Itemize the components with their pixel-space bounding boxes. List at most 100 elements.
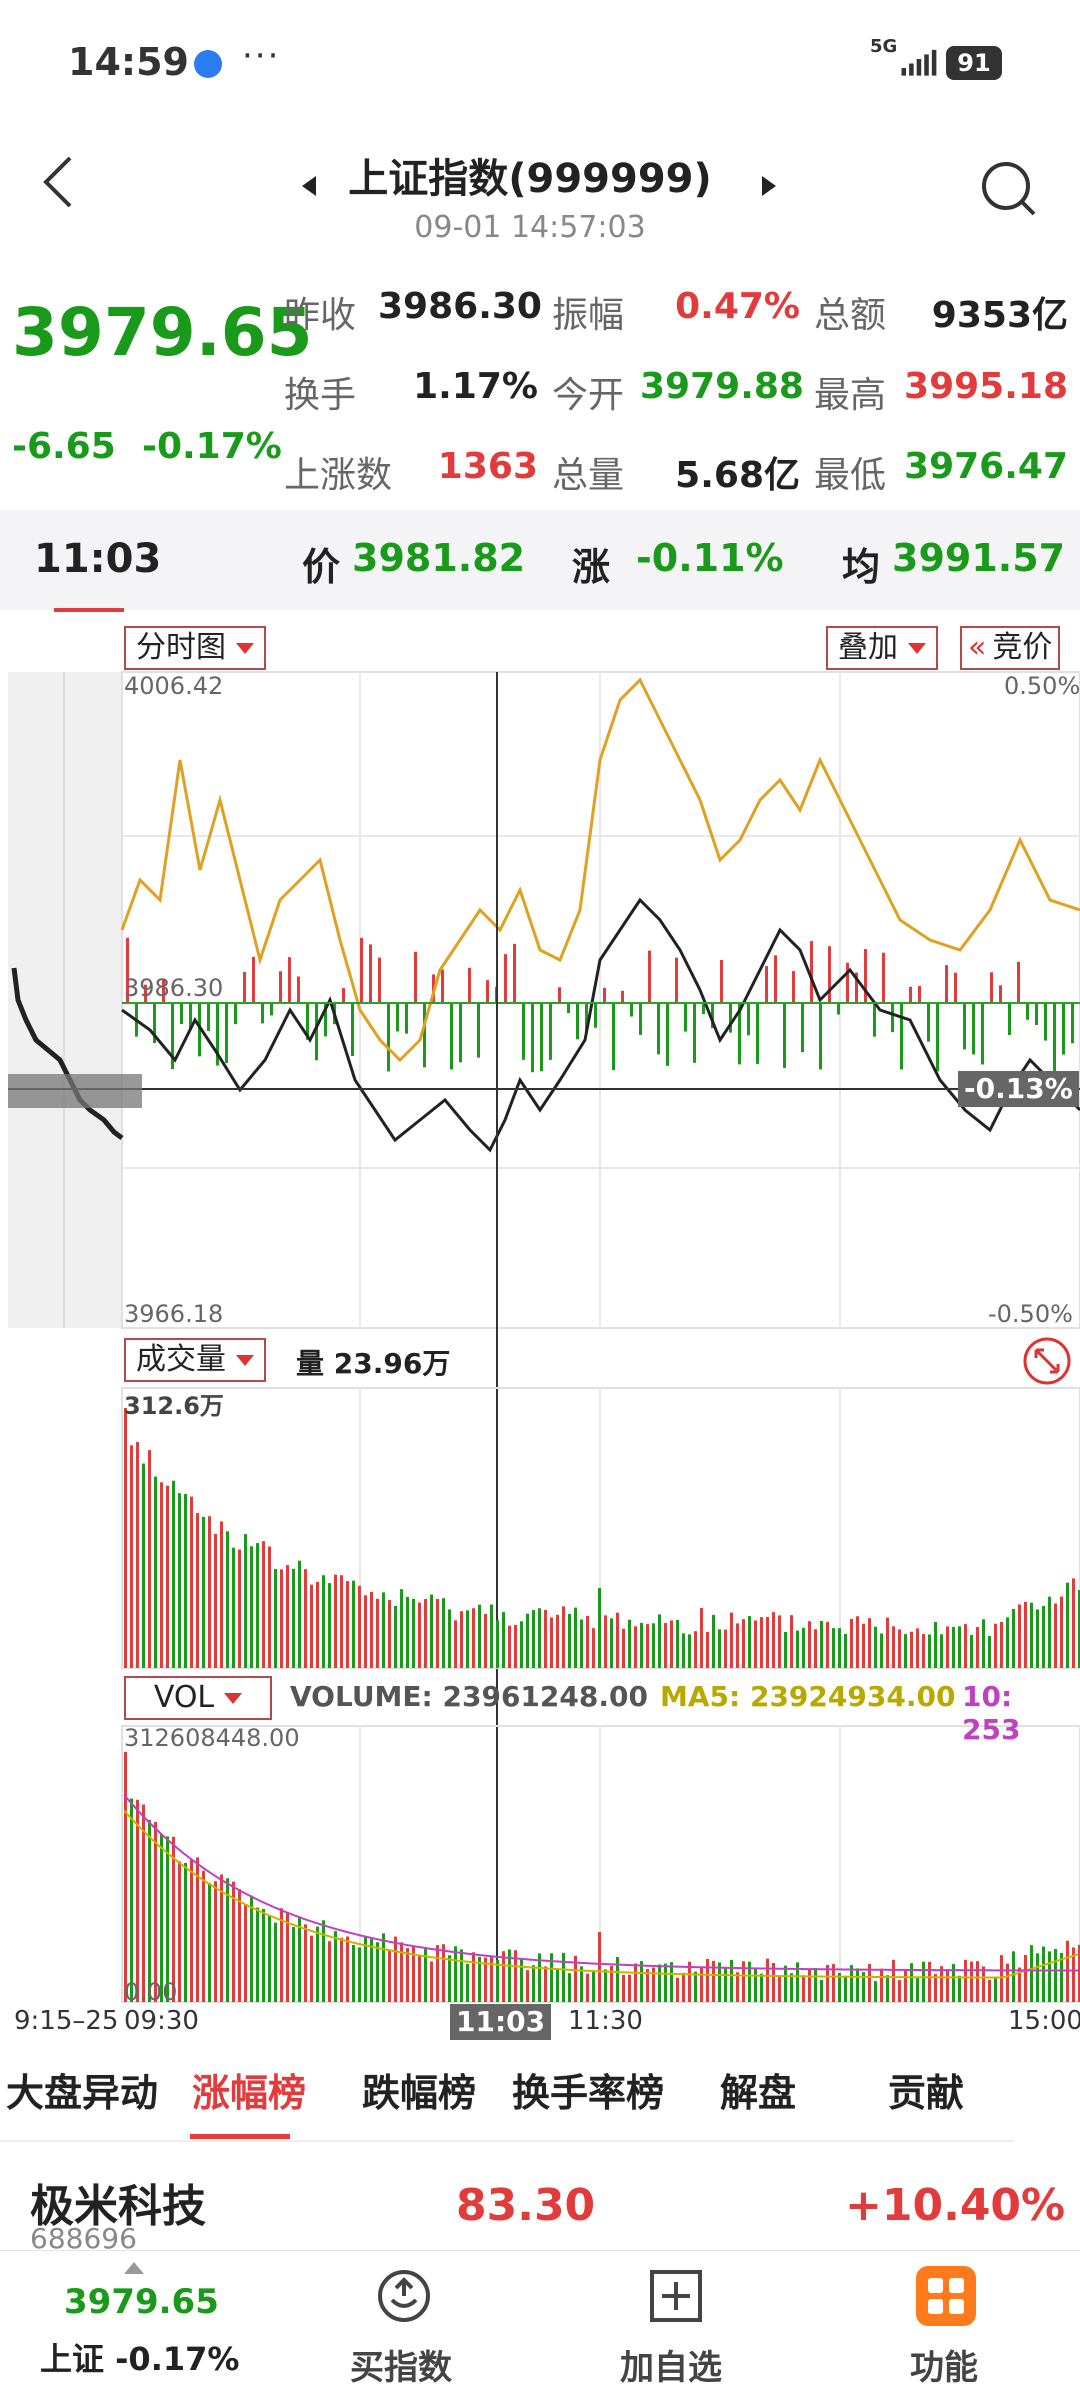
tab-top-losers[interactable]: 跌幅榜 xyxy=(362,2062,476,2117)
buy-index-button[interactable]: 买指数 xyxy=(350,2340,452,2389)
app-notification-icon xyxy=(194,50,222,78)
bottom-index-price[interactable]: 3979.65 xyxy=(64,2282,219,2322)
volume-bar xyxy=(232,1547,235,1668)
vol-bar xyxy=(502,1951,505,2002)
vol-bar xyxy=(1048,1951,1051,2002)
vol-bar xyxy=(310,1935,313,2002)
volume-bar xyxy=(904,1634,907,1668)
vol-bar xyxy=(316,1926,319,2002)
back-arrow-icon[interactable] xyxy=(38,152,78,212)
indicator-dropdown[interactable]: VOL xyxy=(124,1676,272,1720)
volume-bar xyxy=(490,1604,493,1668)
breadth-bar xyxy=(918,985,921,1003)
breadth-bar xyxy=(576,1003,579,1040)
volume-bar xyxy=(760,1617,763,1668)
vol-bar xyxy=(658,1964,661,2002)
breadth-bar xyxy=(810,941,813,1003)
breadth-bar xyxy=(666,1003,669,1066)
divider xyxy=(0,2140,1014,2142)
prev-index-icon[interactable] xyxy=(302,176,316,196)
vol-bar xyxy=(586,1973,589,2002)
breadth-bar xyxy=(783,1003,786,1069)
vol-bar xyxy=(820,1980,823,2002)
tab-contribution[interactable]: 贡献 xyxy=(888,2062,964,2117)
vol-bar xyxy=(850,1965,853,2002)
vol-bar xyxy=(1054,1949,1057,2002)
volume-bar xyxy=(856,1616,859,1668)
breadth-bar xyxy=(1053,1003,1056,1072)
volume-bar xyxy=(568,1613,571,1668)
breadth-bar xyxy=(612,1003,615,1071)
breadth-bar xyxy=(441,969,444,1003)
function-grid-icon[interactable] xyxy=(914,2264,978,2328)
vol-bar xyxy=(394,1936,397,2002)
buy-index-icon[interactable] xyxy=(374,2266,434,2326)
search-icon[interactable] xyxy=(978,158,1038,218)
vol-bar xyxy=(442,1944,445,2002)
next-index-icon[interactable] xyxy=(762,176,776,196)
volume-bar xyxy=(322,1575,325,1668)
volume-bar xyxy=(634,1626,637,1668)
volume-bar xyxy=(976,1626,979,1668)
volume-bars xyxy=(124,1408,1080,1668)
tab-analysis[interactable]: 解盘 xyxy=(720,2062,796,2117)
volume-bar xyxy=(772,1612,775,1668)
vol-bar xyxy=(178,1861,181,2002)
tab-market-alerts[interactable]: 大盘异动 xyxy=(6,2062,158,2117)
chevron-up-icon[interactable] xyxy=(124,2262,144,2274)
tab-turnover[interactable]: 换手率榜 xyxy=(512,2062,664,2117)
volume-bar xyxy=(214,1533,217,1668)
volume-bar xyxy=(718,1629,721,1668)
volume-bar xyxy=(298,1560,301,1668)
volume-bar xyxy=(286,1565,289,1668)
vol-bar xyxy=(874,1981,877,2002)
breadth-bar xyxy=(513,943,516,1003)
breadth-bar xyxy=(342,988,345,1003)
volume-bar xyxy=(310,1584,313,1668)
volume-bar xyxy=(1042,1606,1045,1668)
vol-bar xyxy=(352,1945,355,2002)
stock-change-pct: +10.40% xyxy=(845,2180,1066,2231)
volume-bar xyxy=(262,1541,265,1668)
breadth-bar xyxy=(765,966,768,1003)
breadth-bar xyxy=(261,1003,264,1024)
vol-legend-ma10: 10: 253 xyxy=(962,1680,1021,1746)
overlay-dropdown[interactable]: 叠加 xyxy=(826,626,938,670)
volume-bar xyxy=(700,1608,703,1668)
chart-mode-dropdown[interactable]: 分时图 xyxy=(124,626,266,670)
breadth-bar xyxy=(621,990,624,1003)
breadth-bar xyxy=(423,1003,426,1068)
volume-bar xyxy=(658,1614,661,1668)
vol-bar xyxy=(736,1972,739,2002)
vol-bar xyxy=(202,1870,205,2002)
vol-bar xyxy=(544,1966,547,2002)
function-button[interactable]: 功能 xyxy=(910,2340,978,2389)
vol-bar xyxy=(898,1980,901,2002)
breadth-bar xyxy=(360,937,363,1003)
auction-button[interactable]: «竞价 xyxy=(960,626,1061,670)
vol-bar xyxy=(1012,1951,1015,2002)
volume-bar xyxy=(808,1621,811,1668)
add-watchlist-button[interactable]: 加自选 xyxy=(620,2340,722,2389)
network-type: 5G xyxy=(870,36,898,57)
add-watchlist-icon[interactable] xyxy=(646,2266,706,2326)
vol-bar xyxy=(994,1977,997,2002)
x-tick-mid: 11:30 xyxy=(568,2006,643,2036)
volume-bar xyxy=(640,1622,643,1668)
vol-bar xyxy=(406,1948,409,2002)
volume-bar xyxy=(382,1592,385,1668)
vol-zero: 0.00 xyxy=(124,1978,178,2006)
cursor-time: 11:03 xyxy=(34,536,162,582)
volume-bar xyxy=(496,1620,499,1668)
volume-bar xyxy=(328,1583,331,1668)
vol-bar xyxy=(676,1977,679,2002)
quote-label: 换手 xyxy=(284,375,357,416)
vol-bar xyxy=(1024,1954,1027,2002)
volume-bar xyxy=(532,1610,535,1668)
volume-bar xyxy=(682,1633,685,1668)
volume-type-dropdown[interactable]: 成交量 xyxy=(124,1338,266,1382)
bottom-index-label[interactable]: 上证 -0.17% xyxy=(40,2334,239,2380)
volume-bar xyxy=(778,1615,781,1668)
tab-top-gainers[interactable]: 涨幅榜 xyxy=(192,2062,306,2117)
expand-icon[interactable] xyxy=(1022,1336,1072,1386)
